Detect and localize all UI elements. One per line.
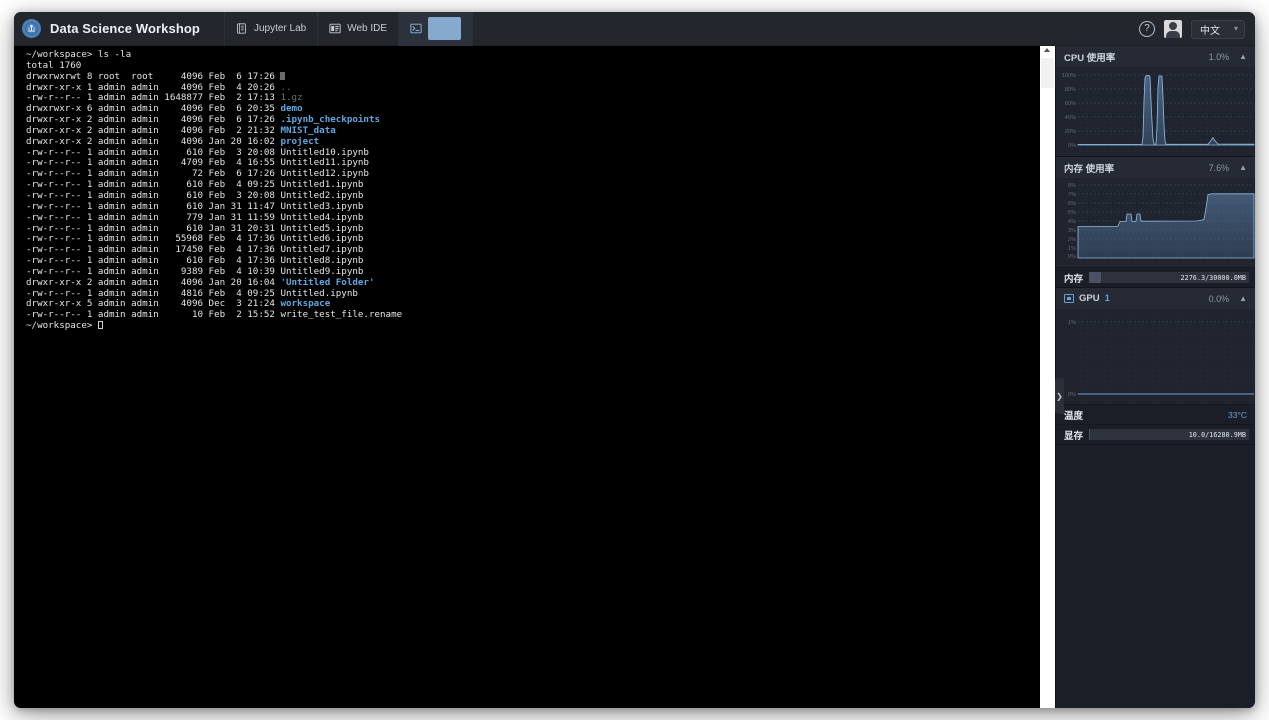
svg-text:1%: 1%	[1068, 246, 1076, 252]
scrollbar-thumb[interactable]	[1041, 58, 1054, 88]
svg-text:1%: 1%	[1068, 320, 1076, 326]
gpu-panel-header: GPU 1 0.0% ▲	[1056, 288, 1255, 309]
gpu-panel: GPU 1 0.0% ▲ 1% 0% 温度 33°C 显存 10.0/16280…	[1056, 288, 1255, 445]
workshop-logo-icon	[22, 19, 41, 38]
terminal-tab-thumbnail[interactable]	[428, 17, 462, 40]
svg-text:6%: 6%	[1068, 201, 1076, 207]
svg-text:7%: 7%	[1068, 192, 1076, 198]
svg-text:0%: 0%	[1068, 254, 1076, 260]
svg-text:4%: 4%	[1068, 219, 1076, 225]
nav-item-jupyter-lab[interactable]: Jupyter Lab	[223, 12, 317, 46]
memory-current-value: 7.6%	[1208, 162, 1230, 173]
cpu-current-value: 1.0%	[1208, 51, 1230, 62]
scroll-up-arrow-icon[interactable]	[1044, 48, 1050, 52]
code-editor-icon	[329, 23, 341, 35]
notebook-icon	[236, 23, 248, 35]
memory-panel: 内存 使用率 7.6% ▲ 8% 7% 6% 5% 4% 3% 2% 1% 0%…	[1056, 157, 1255, 288]
gpu-current-value: 0.0%	[1208, 293, 1230, 304]
page-title: Data Science Workshop	[50, 21, 200, 36]
svg-text:8%: 8%	[1068, 183, 1076, 189]
nav-item-label: Jupyter Lab	[253, 23, 307, 34]
chevron-up-icon[interactable]: ▲	[1239, 294, 1247, 303]
language-selector-value: 中文	[1199, 25, 1220, 37]
language-selector[interactable]: 中文 ▾	[1190, 19, 1245, 39]
header-nav: Jupyter Lab Web IDE	[223, 12, 474, 46]
cpu-panel: CPU 使用率 1.0% ▲ 100% 80% 60% 40% 20% 0%	[1056, 46, 1255, 157]
gpu-temperature-row: 温度 33°C	[1056, 404, 1255, 424]
gpu-panel-title: GPU	[1079, 293, 1100, 304]
nav-item-web-ide[interactable]: Web IDE	[317, 12, 398, 46]
svg-text:0%: 0%	[1068, 143, 1076, 149]
svg-text:0%: 0%	[1068, 392, 1076, 398]
terminal-pane[interactable]: ~/workspace> ls -la total 1760 drwxrwxrw…	[14, 46, 1055, 708]
chevron-up-icon[interactable]: ▲	[1239, 52, 1247, 61]
user-avatar-icon[interactable]	[1163, 20, 1182, 38]
memory-meter-label: 内存	[1064, 273, 1084, 285]
terminal-scrollbar[interactable]	[1040, 46, 1055, 708]
chevron-up-icon[interactable]: ▲	[1239, 163, 1247, 172]
svg-text:3%: 3%	[1068, 228, 1076, 234]
memory-meter-text: 2276.3/30000.0MB	[1180, 273, 1246, 282]
help-icon[interactable]: ?	[1138, 21, 1155, 37]
svg-text:2%: 2%	[1068, 237, 1076, 243]
terminal-output[interactable]: ~/workspace> ls -la total 1760 drwxrwxrw…	[14, 46, 1055, 332]
memory-panel-title: 内存 使用率	[1064, 163, 1115, 175]
nav-item-label: Web IDE	[347, 23, 388, 34]
memory-meter-row: 内存 2276.3/30000.0MB	[1056, 267, 1255, 287]
memory-chart: 8% 7% 6% 5% 4% 3% 2% 1% 0%	[1056, 178, 1255, 267]
cpu-panel-title: CPU 使用率	[1064, 52, 1116, 64]
gpu-temperature-value: 33°C	[1228, 409, 1247, 420]
app-body: ~/workspace> ls -la total 1760 drwxrwxrw…	[14, 46, 1255, 708]
cpu-chart: 100% 80% 60% 40% 20% 0%	[1056, 67, 1255, 156]
sidebar-filler	[1056, 445, 1255, 708]
resource-monitor-sidebar: CPU 使用率 1.0% ▲ 100% 80% 60% 40% 20% 0% 内…	[1055, 46, 1255, 708]
gpu-vram-bar: 10.0/16280.9MB	[1089, 429, 1249, 440]
memory-panel-header: 内存 使用率 7.6% ▲	[1056, 157, 1255, 178]
gpu-temperature-label: 温度	[1064, 410, 1084, 422]
svg-text:20%: 20%	[1065, 129, 1076, 135]
gpu-index: 1	[1104, 293, 1110, 304]
svg-text:5%: 5%	[1068, 210, 1076, 216]
gpu-vram-row: 显存 10.0/16280.9MB	[1056, 424, 1255, 444]
gpu-vram-text: 10.0/16280.9MB	[1188, 430, 1246, 439]
svg-text:40%: 40%	[1065, 115, 1076, 121]
nav-item-terminal[interactable]	[398, 12, 474, 46]
gpu-chip-icon	[1064, 294, 1074, 303]
sidebar-collapse-handle[interactable]: ❯	[1055, 378, 1064, 414]
gpu-vram-label: 显存	[1064, 430, 1084, 442]
gpu-chart: 1% 0%	[1056, 309, 1255, 404]
app-header: Data Science Workshop Jupyter Lab Web ID…	[14, 12, 1255, 46]
terminal-icon	[410, 23, 422, 35]
header-actions: ? 中文 ▾	[1138, 12, 1245, 46]
memory-meter-bar: 2276.3/30000.0MB	[1089, 272, 1249, 283]
chevron-down-icon: ▾	[1233, 24, 1238, 33]
svg-text:100%: 100%	[1062, 73, 1076, 79]
cpu-panel-header: CPU 使用率 1.0% ▲	[1056, 46, 1255, 67]
svg-text:80%: 80%	[1065, 87, 1076, 93]
svg-text:60%: 60%	[1065, 101, 1076, 107]
app-window: Data Science Workshop Jupyter Lab Web ID…	[14, 12, 1255, 708]
